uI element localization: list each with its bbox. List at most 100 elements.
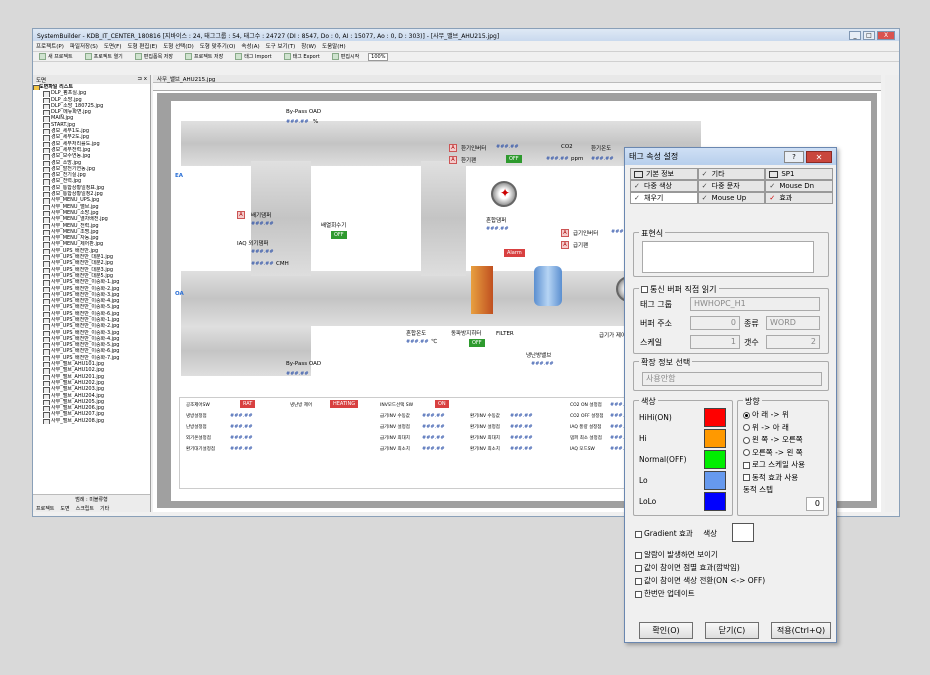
heat-recovery-on[interactable]: OFF: [331, 231, 347, 239]
setpoint-value[interactable]: ###.##: [422, 424, 445, 430]
color-swatch[interactable]: [704, 471, 726, 490]
dir-left-right[interactable]: 왼 쪽 -> 오른쪽: [743, 434, 805, 447]
tab-project[interactable]: 프로젝트: [36, 505, 54, 512]
opt-update-once[interactable]: 한번만 업데이트: [635, 587, 765, 600]
menu-tools[interactable]: 도구 보기(T): [266, 42, 296, 50]
menu-drawing[interactable]: 도면(F): [104, 42, 122, 50]
exhaust-fan-status[interactable]: OFF: [506, 155, 522, 163]
freeze-heater-label: 동파방지히터: [451, 331, 482, 337]
setpoint-value[interactable]: ###.##: [510, 413, 533, 419]
tab-multi-color[interactable]: ✓ 다중 색상: [630, 180, 698, 192]
tag-import-button[interactable]: 태그 Import: [232, 52, 274, 61]
opt-color-toggle[interactable]: 값이 참이면 색상 전환(ON <-> OFF): [635, 574, 765, 587]
cancel-button[interactable]: 닫기(C): [705, 622, 759, 639]
gradient-color-swatch[interactable]: [732, 523, 754, 542]
menu-align[interactable]: 도형 맞추기(O): [200, 42, 236, 50]
filter-label: FILTER: [496, 331, 514, 337]
tree-footer: 범례 : 미블류형 프로젝트 도면 스크립트 기타: [33, 494, 150, 512]
tab-mouse-up[interactable]: ✓ Mouse Up: [697, 192, 766, 204]
menu-help[interactable]: 도움말(H): [322, 42, 346, 50]
minimize-button[interactable]: _: [849, 30, 861, 40]
menu-edit[interactable]: 도형 편집(E): [127, 42, 157, 50]
setpoint-value[interactable]: ###.##: [510, 424, 533, 430]
tab-etc[interactable]: ✓ 기타: [697, 168, 766, 180]
rat-button[interactable]: RAT: [240, 400, 256, 408]
exhaust-fan-icon: [491, 181, 517, 207]
menu-select[interactable]: 도형 선택(D): [163, 42, 194, 50]
zoom-select[interactable]: 100%: [368, 52, 389, 61]
tab-multi-text[interactable]: ✓ 다중 문자: [697, 180, 766, 192]
tab-effect[interactable]: ✓ 효과: [765, 192, 834, 204]
inv-on-button[interactable]: ON: [435, 400, 449, 408]
alarm-indicator[interactable]: Alarm: [504, 249, 525, 257]
lower-duct: [181, 326, 311, 376]
tab-script[interactable]: 스크립트: [76, 505, 94, 512]
setpoint-value[interactable]: ###.##: [230, 413, 253, 419]
dir-top-down[interactable]: 위 -> 아 래: [743, 422, 805, 435]
log-scale-checkbox[interactable]: 로그 스케일 사용: [743, 459, 805, 472]
help-button[interactable]: ?: [784, 150, 804, 163]
gradient-checkbox[interactable]: [635, 530, 642, 538]
color-swatch[interactable]: [704, 450, 726, 469]
menu-window[interactable]: 창(W): [301, 42, 316, 50]
opt-blink[interactable]: 값이 참이면 점멸 효과(깜박임): [635, 561, 765, 574]
heating-button[interactable]: HEATING: [330, 400, 359, 408]
buffer-address-field[interactable]: 0: [690, 316, 740, 330]
color-swatch[interactable]: [704, 492, 726, 511]
dir-bottom-up[interactable]: 아 래 -> 위: [743, 409, 805, 422]
menu-property[interactable]: 속성(A): [241, 42, 259, 50]
setpoint-value[interactable]: ###.##: [230, 424, 253, 430]
setpoint-value[interactable]: ###.##: [422, 446, 445, 452]
apply-button[interactable]: 적용(Ctrl+Q): [771, 622, 831, 639]
expression-input[interactable]: [642, 241, 814, 273]
close-button[interactable]: X: [877, 30, 895, 40]
edit-start-button[interactable]: 편집시작: [329, 52, 362, 61]
tab-sp1[interactable]: SP1: [765, 168, 834, 180]
direction-options: 아 래 -> 위 위 -> 아 래 왼 쪽 -> 오른쪽 오른쪽 -> 왼 쪽 …: [743, 409, 806, 494]
tab-other[interactable]: 기타: [100, 505, 109, 512]
pin-icon[interactable]: ⊐ x: [137, 76, 147, 83]
doc-tab[interactable]: 사무_밸브_AHU215.jpg: [153, 75, 881, 83]
color-swatch[interactable]: [704, 429, 726, 448]
new-project-button[interactable]: 새 프로젝트: [36, 52, 76, 61]
gradient-row: Gradient 효과 색상: [635, 528, 717, 539]
save-project-button[interactable]: 프로젝트 저장: [182, 52, 226, 61]
comm-buffer-checkbox[interactable]: [641, 286, 648, 293]
color-swatch[interactable]: [704, 408, 726, 427]
exhaust-damper-label: 배기댐퍼: [251, 213, 272, 219]
open-project-button[interactable]: 프로젝트 열기: [82, 52, 126, 61]
setpoint-value[interactable]: ###.##: [422, 435, 445, 441]
opt-alarm-show[interactable]: 알람이 발생하면 보이기: [635, 548, 765, 561]
count-field[interactable]: 2: [766, 335, 820, 349]
ea-label: EA: [175, 173, 184, 179]
menu-project[interactable]: 프로젝트(P): [36, 42, 64, 50]
anim-checkbox[interactable]: 동적 효과 사용: [743, 472, 805, 485]
dialog-close-button[interactable]: ✕: [806, 150, 832, 163]
setpoint-label: 냉방설정점: [186, 414, 207, 419]
tab-basic-info[interactable]: 기본 정보: [630, 168, 698, 180]
freeze-heater-status[interactable]: OFF: [469, 339, 485, 347]
tree-item[interactable]: 사무_밸브_AHU208.jpg: [33, 418, 150, 425]
setpoint-value[interactable]: ###.##: [230, 446, 253, 452]
scale-field[interactable]: 1: [690, 335, 740, 349]
toolbar: 새 프로젝트 프로젝트 열기 편집폼목 저장 프로젝트 저장 태그 Import…: [33, 52, 899, 62]
menu-save[interactable]: 파일저장(S): [70, 42, 98, 50]
setpoint-value[interactable]: ###.##: [510, 435, 533, 441]
ok-button[interactable]: 확인(O): [639, 622, 693, 639]
alarm-box[interactable]: A: [237, 211, 245, 219]
anim-step-field[interactable]: 0: [806, 497, 824, 511]
direction-group: 방향 아 래 -> 위 위 -> 아 래 왼 쪽 -> 오른쪽 오른쪽 -> 왼…: [737, 396, 829, 516]
tab-fill[interactable]: ✓ 채우기: [630, 192, 698, 204]
tab-drawing[interactable]: 도면: [60, 505, 69, 512]
setpoint-value[interactable]: ###.##: [230, 435, 253, 441]
setpoint-value[interactable]: ###.##: [422, 413, 445, 419]
tab-mouse-dn[interactable]: ✓ Mouse Dn: [765, 180, 834, 192]
tag-group-select[interactable]: HWHOPC_H1: [690, 297, 820, 311]
dir-right-left[interactable]: 오른쪽 -> 왼 쪽: [743, 447, 805, 460]
maximize-button[interactable]: □: [863, 30, 875, 40]
save-edit-button[interactable]: 편집폼목 저장: [132, 52, 176, 61]
type-select[interactable]: WORD: [766, 316, 820, 330]
setpoint-value[interactable]: ###.##: [510, 446, 533, 452]
ext-info-select[interactable]: 사용안함: [642, 372, 822, 386]
tag-export-button[interactable]: 태그 Export: [281, 52, 323, 61]
